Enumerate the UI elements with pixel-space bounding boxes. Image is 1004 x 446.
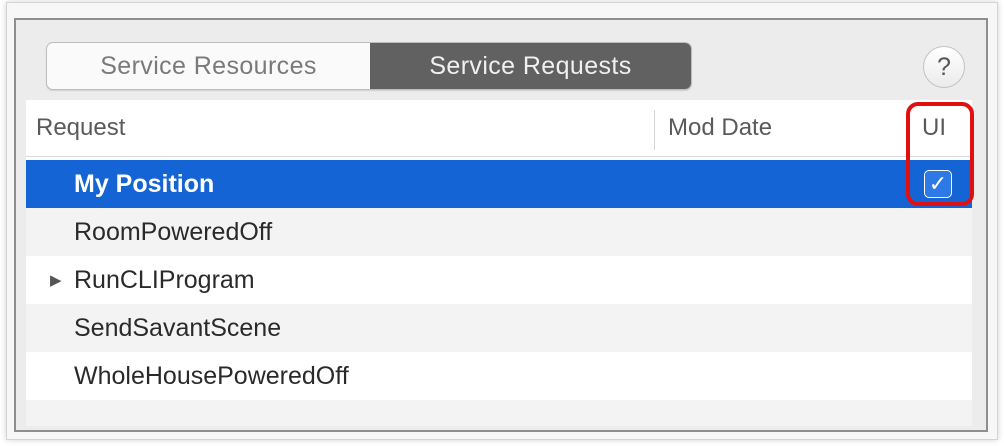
help-button[interactable]: ? [923, 46, 965, 88]
table-row[interactable]: RoomPoweredOff [26, 208, 972, 256]
tab-segmented-control: Service Resources Service Requests [46, 42, 692, 90]
request-name: WholeHousePoweredOff [74, 361, 349, 390]
request-name: SendSavantScene [74, 313, 282, 342]
request-name: RoomPoweredOff [74, 217, 273, 246]
disclosure-triangle-icon[interactable]: ▶ [50, 271, 62, 289]
request-name: RunCLIProgram [74, 265, 255, 294]
table-row[interactable]: My Position ✓ [26, 160, 972, 208]
empty-table-row [26, 400, 972, 426]
column-divider[interactable] [654, 110, 655, 150]
tab-service-requests[interactable]: Service Requests [370, 43, 691, 89]
column-header-request[interactable]: Request [36, 100, 125, 156]
tab-service-resources[interactable]: Service Resources [47, 43, 370, 89]
table-row[interactable]: WholeHousePoweredOff [26, 352, 972, 400]
table-row[interactable]: SendSavantScene [26, 304, 972, 352]
request-name: My Position [74, 169, 215, 198]
annotation-highlight-box [906, 102, 974, 206]
requests-table: Request Mod Date UI My Position ✓ RoomPo… [26, 100, 972, 426]
table-header: Request Mod Date UI [26, 100, 972, 157]
column-header-mod-date[interactable]: Mod Date [668, 100, 772, 156]
table-row[interactable]: ▶ RunCLIProgram [26, 256, 972, 304]
